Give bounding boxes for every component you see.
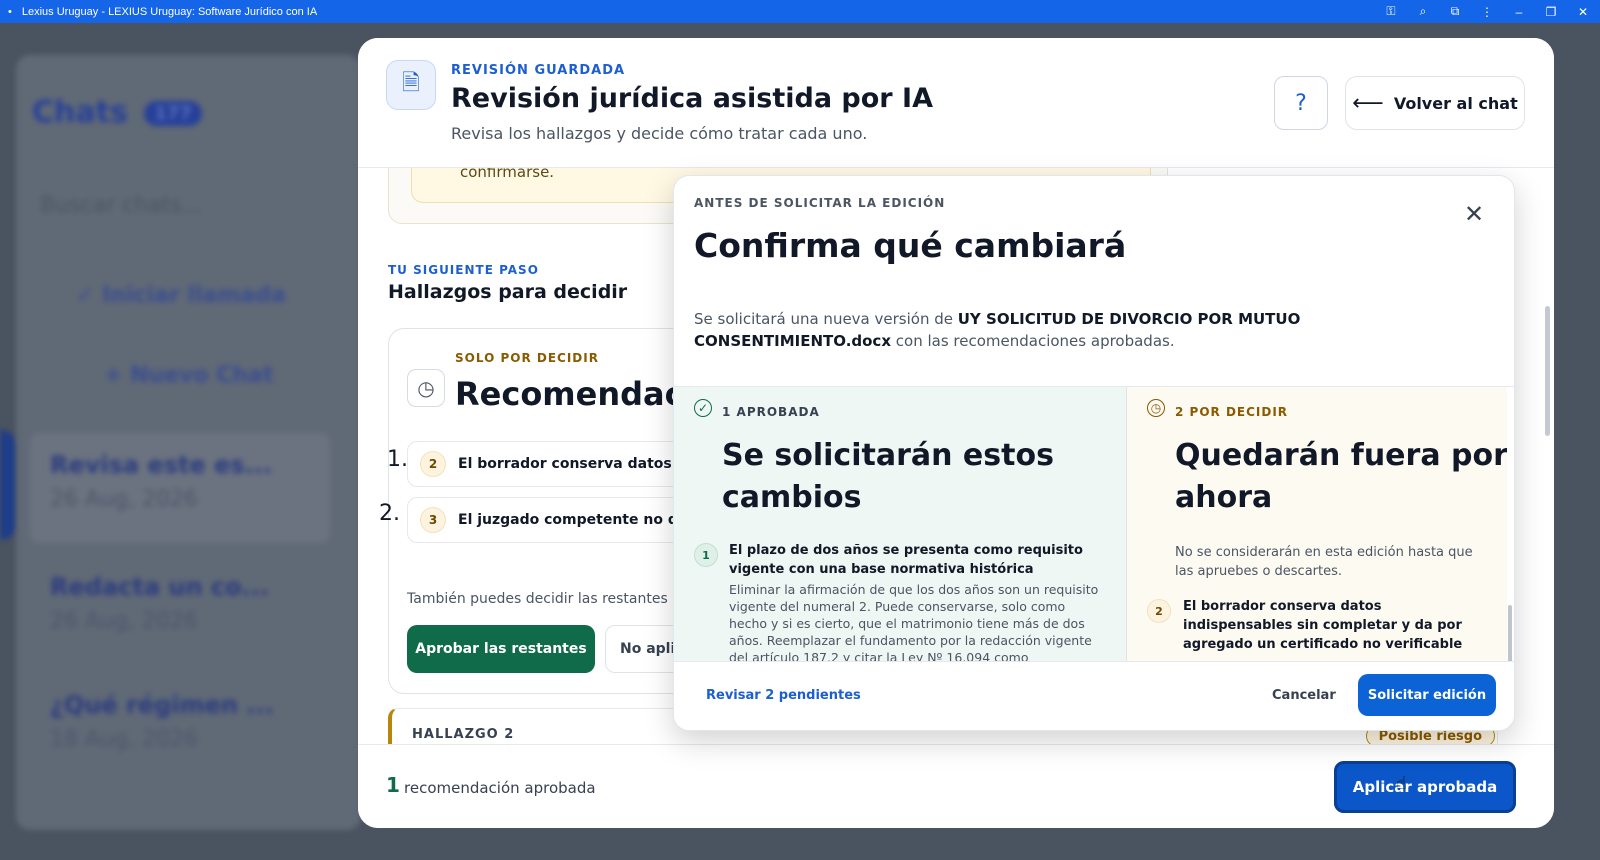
rec-note: También puedes decidir las restantes d bbox=[407, 591, 682, 607]
start-call-button[interactable]: ✓ Iniciar llamada bbox=[76, 283, 286, 308]
back-to-chat-button[interactable]: ⟵ Volver al chat bbox=[1345, 76, 1525, 130]
close-icon[interactable]: ✕ bbox=[1574, 5, 1592, 19]
review-header: 🗎 REVISIÓN GUARDADA Revisión jurídica as… bbox=[358, 38, 1554, 168]
confirm-changes-dialog: ANTES DE SOLICITAR LA EDICIÓN Confirma q… bbox=[673, 175, 1515, 731]
sidebar: Chats 177 Buscar chats... ✓ Iniciar llam… bbox=[16, 55, 361, 830]
finding-kicker: HALLAZGO 2 bbox=[412, 727, 515, 742]
apply-approved-button[interactable]: Aplicar aprobada bbox=[1334, 761, 1516, 813]
approved-count-text: recomendación aprobada bbox=[404, 779, 596, 797]
approve-rest-button[interactable]: Aprobar las restantes bbox=[407, 625, 595, 673]
pending-column: ◷ 2 POR DECIDIR Quedarán fuera por ahora… bbox=[1127, 387, 1507, 662]
chat-search-input[interactable]: Buscar chats... bbox=[40, 193, 203, 218]
window-titlebar: • Lexius Uruguay - LEXIUS Uruguay: Softw… bbox=[0, 0, 1600, 23]
header-kicker: REVISIÓN GUARDADA bbox=[451, 63, 626, 78]
next-step-kicker: TU SIGUIENTE PASO bbox=[388, 263, 539, 277]
review-pending-link[interactable]: Revisar 2 pendientes bbox=[706, 688, 861, 703]
pending-kicker: 2 POR DECIDIR bbox=[1175, 405, 1289, 419]
extension-icon[interactable]: ⧉ bbox=[1446, 4, 1464, 19]
sidebar-chat-item[interactable]: Redacta un co... 26 Aug, 2026 bbox=[30, 555, 330, 665]
approved-column: ✓ 1 APROBADA Se solicitarán estos cambio… bbox=[674, 387, 1127, 662]
mouse-cursor-icon: ☝ bbox=[1396, 773, 1407, 794]
back-to-chat-label: Volver al chat bbox=[1393, 93, 1518, 113]
rec-index: 2. bbox=[379, 501, 400, 526]
new-chat-button[interactable]: + Nuevo Chat bbox=[104, 363, 273, 388]
pending-item-title: El borrador conserva datos indispensable… bbox=[1183, 599, 1463, 652]
panel-scrollbar[interactable] bbox=[1545, 306, 1550, 436]
approved-item-title: El plazo de dos años se presenta como re… bbox=[729, 543, 1083, 577]
maximize-icon[interactable]: ❐ bbox=[1542, 5, 1560, 19]
cancel-button[interactable]: Cancelar bbox=[1272, 688, 1336, 703]
menu-icon[interactable]: ⋮ bbox=[1478, 5, 1496, 19]
minimize-icon[interactable]: – bbox=[1510, 5, 1528, 19]
request-edit-button[interactable]: Solicitar edición bbox=[1358, 674, 1496, 716]
check-circle-icon: ✓ bbox=[694, 399, 712, 417]
dialog-footer: Revisar 2 pendientes Cancelar Solicitar … bbox=[674, 661, 1514, 730]
rec-item-badge: 3 bbox=[420, 507, 446, 533]
start-call-label: Iniciar llamada bbox=[102, 283, 286, 308]
sidebar-chat-item[interactable]: Revisa este es... 26 Aug, 2026 bbox=[30, 433, 330, 543]
chat-item-date: 26 Aug, 2026 bbox=[50, 487, 198, 512]
chat-item-title: Revisa este es... bbox=[50, 451, 273, 479]
pending-item-number: 2 bbox=[1147, 599, 1171, 623]
desc-prefix: Se solicitará una nueva versión de bbox=[694, 310, 958, 328]
dialog-columns: ✓ 1 APROBADA Se solicitarán estos cambio… bbox=[674, 386, 1514, 730]
approved-kicker: 1 APROBADA bbox=[722, 405, 820, 419]
approved-item-number: 1 bbox=[694, 543, 718, 567]
pending-note: No se considerarán en esta edición hasta… bbox=[1175, 545, 1473, 579]
clock-icon: ◷ bbox=[1147, 399, 1165, 417]
arrow-left-icon: ⟵ bbox=[1352, 90, 1384, 116]
chat-item-title: ¿Qué régimen ... bbox=[50, 691, 274, 719]
pending-title: Quedarán fuera por ahora bbox=[1175, 438, 1507, 515]
window-controls: ⚿ ⌕ ⧉ ⋮ – ❐ ✕ bbox=[1382, 0, 1592, 23]
approved-item-text: Eliminar la afirmación de que los dos añ… bbox=[729, 582, 1099, 662]
dialog-title: Confirma qué cambiará bbox=[694, 226, 1127, 265]
window-title: Lexius Uruguay - LEXIUS Uruguay: Softwar… bbox=[21, 5, 318, 18]
review-footer: 1 recomendación aprobada Aplicar aprobad… bbox=[358, 744, 1554, 828]
rec-item-label: El juzgado competente no qu bbox=[458, 512, 688, 528]
approved-title: Se solicitarán estos cambios bbox=[722, 438, 1054, 515]
dialog-description: Se solicitará una nueva versión de UY SO… bbox=[694, 308, 1494, 352]
dialog-kicker: ANTES DE SOLICITAR LA EDICIÓN bbox=[694, 196, 946, 210]
new-chat-label: Nuevo Chat bbox=[130, 363, 274, 388]
approved-count: 1 bbox=[386, 773, 400, 797]
sidebar-title: Chats 177 bbox=[32, 95, 202, 130]
document-review-icon: 🗎 bbox=[386, 60, 436, 110]
rec-index: 1. bbox=[387, 447, 408, 472]
chat-item-date: 18 Aug, 2026 bbox=[50, 727, 198, 752]
page-title: Revisión jurídica asistida por IA bbox=[451, 83, 933, 114]
sidebar-chat-item[interactable]: ¿Qué régimen ... 18 Aug, 2026 bbox=[30, 673, 330, 783]
chat-item-date: 26 Aug, 2026 bbox=[50, 609, 198, 634]
clock-icon: ◷ bbox=[407, 369, 445, 407]
key-icon[interactable]: ⚿ bbox=[1382, 4, 1400, 19]
chats-count-badge: 177 bbox=[144, 101, 202, 126]
page-subtitle: Revisa los hallazgos y decide cómo trata… bbox=[451, 124, 868, 143]
window-dot-icon: • bbox=[8, 5, 12, 18]
chat-item-title: Redacta un co... bbox=[50, 573, 269, 601]
help-button[interactable]: ? bbox=[1274, 76, 1328, 130]
sidebar-title-text: Chats bbox=[32, 95, 128, 130]
desc-suffix: con las recomendaciones aprobadas. bbox=[891, 332, 1175, 350]
rec-item-label: El borrador conserva datos in bbox=[458, 456, 692, 472]
rec-kicker: SOLO POR DECIDIR bbox=[455, 351, 599, 365]
rec-item-badge: 2 bbox=[420, 451, 446, 477]
close-dialog-icon[interactable]: ✕ bbox=[1464, 200, 1484, 228]
next-step-title: Hallazgos para decidir bbox=[388, 281, 628, 303]
zoom-icon[interactable]: ⌕ bbox=[1414, 4, 1432, 19]
